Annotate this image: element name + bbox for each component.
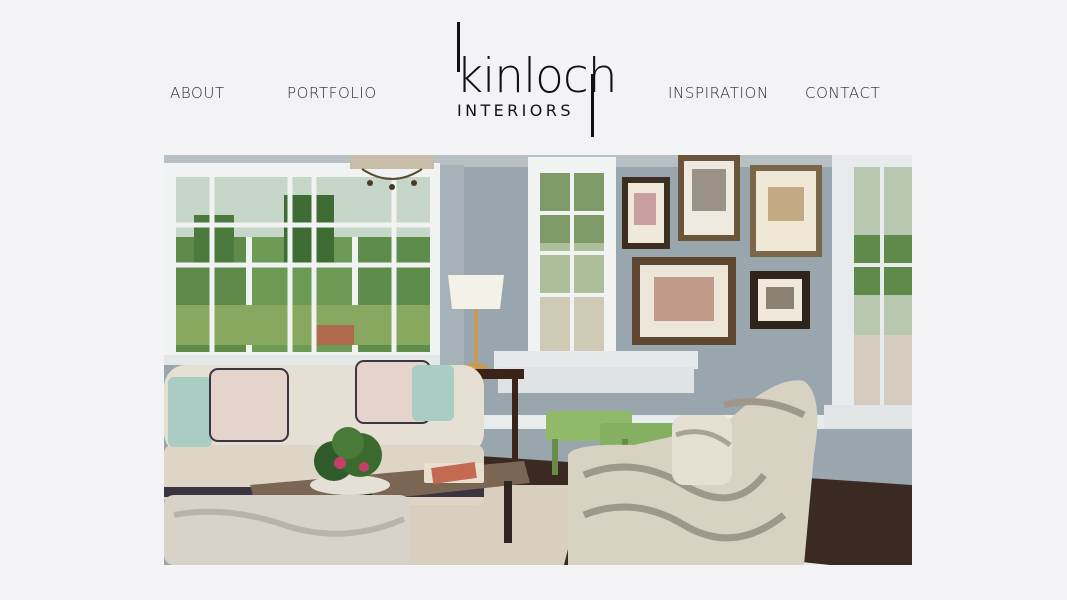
- logo-bar-right: [591, 74, 594, 137]
- nav-inspiration[interactable]: INSPIRATION: [668, 84, 769, 102]
- hero-image: [164, 155, 912, 565]
- nav-about[interactable]: ABOUT: [170, 84, 225, 102]
- nav-contact[interactable]: CONTACT: [805, 84, 880, 102]
- living-room-illustration: [164, 155, 912, 565]
- front-armchair: [164, 495, 410, 565]
- nav-portfolio[interactable]: PORTFOLIO: [287, 84, 377, 102]
- logo-subtitle: INTERIORS: [457, 101, 574, 120]
- logo[interactable]: kinloch INTERIORS: [448, 18, 618, 140]
